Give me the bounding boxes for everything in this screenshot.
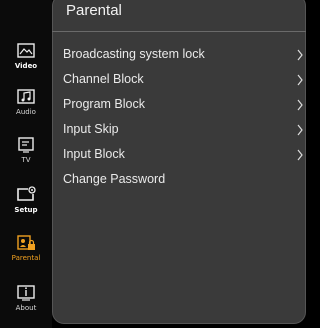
menu-item-input-block[interactable]: Input Block	[63, 145, 306, 167]
menu-item-channel-block[interactable]: Channel Block	[63, 70, 306, 92]
menu-item-label: Channel Block	[63, 72, 144, 86]
menu-item-label: Program Block	[63, 97, 145, 111]
title-divider	[52, 31, 306, 32]
sidebar-item-label: TV	[21, 156, 31, 164]
sidebar-item-label: Video	[14, 62, 38, 70]
tv-settings-screen: Video Audio TV Setup Parental About Pare…	[0, 0, 309, 328]
sidebar-item-label: Parental	[11, 254, 41, 262]
sidebar-item-label: Audio	[16, 108, 36, 116]
chevron-right-icon	[297, 124, 303, 136]
sidebar-item-label: Setup	[14, 206, 38, 214]
setup-icon	[17, 186, 36, 201]
sidebar-item-tv[interactable]: TV	[0, 132, 52, 176]
video-icon	[17, 43, 35, 58]
chevron-right-icon	[297, 74, 303, 86]
sidebar-item-setup[interactable]: Setup	[0, 182, 52, 226]
menu-item-broadcasting-system-lock[interactable]: Broadcasting system lock	[63, 45, 306, 67]
sidebar-item-parental[interactable]: Parental	[0, 230, 52, 274]
sidebar-item-about[interactable]: About	[0, 280, 52, 324]
sidebar-item-label: About	[15, 304, 37, 312]
menu-item-label: Change Password	[63, 172, 166, 186]
audio-icon	[17, 89, 35, 104]
tv-icon	[18, 137, 34, 153]
chevron-right-icon	[297, 49, 303, 61]
menu-item-label: Input Skip	[63, 122, 119, 136]
menu-item-program-block[interactable]: Program Block	[63, 95, 306, 117]
page-title: Parental	[66, 2, 122, 19]
chevron-right-icon	[297, 149, 303, 161]
menu-item-change-password[interactable]: Change Password	[63, 170, 306, 192]
menu-item-input-skip[interactable]: Input Skip	[63, 120, 306, 142]
settings-sidebar: Video Audio TV Setup Parental About	[0, 0, 52, 328]
sidebar-item-audio[interactable]: Audio	[0, 84, 52, 128]
sidebar-item-video[interactable]: Video	[0, 38, 52, 82]
menu-item-label: Broadcasting system lock	[63, 47, 205, 61]
about-icon	[17, 285, 35, 301]
menu-item-label: Input Block	[63, 147, 125, 161]
chevron-right-icon	[297, 99, 303, 111]
parental-lock-icon	[17, 235, 35, 250]
